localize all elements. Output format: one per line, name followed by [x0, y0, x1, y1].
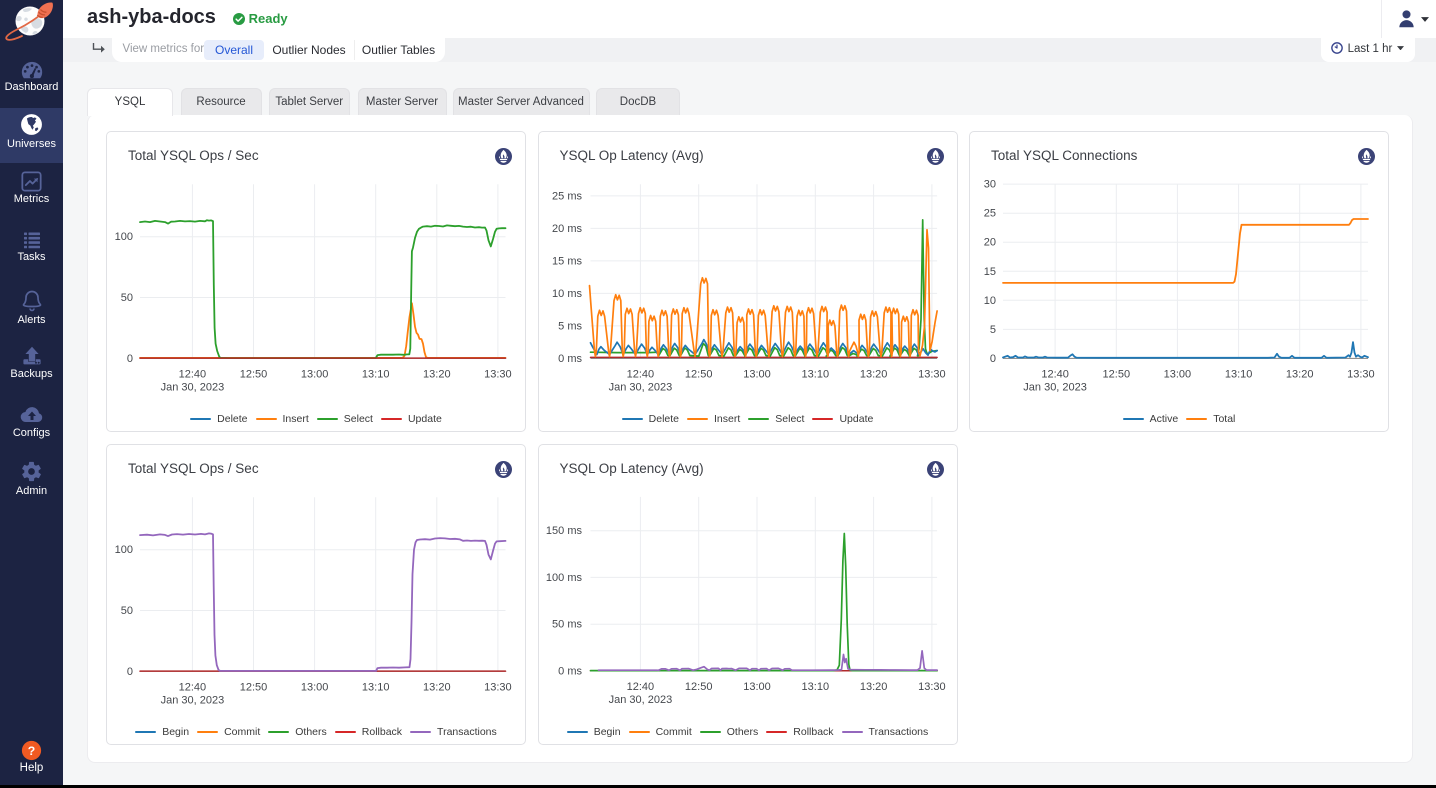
svg-text:12:40: 12:40 — [626, 681, 654, 693]
svg-text:12:50: 12:50 — [684, 368, 712, 380]
svg-text:Jan 30, 2023: Jan 30, 2023 — [161, 694, 225, 706]
svg-text:13:20: 13:20 — [859, 368, 887, 380]
svg-text:13:00: 13:00 — [743, 368, 771, 380]
svg-text:12:50: 12:50 — [1103, 368, 1131, 380]
svg-text:13:30: 13:30 — [918, 368, 946, 380]
svg-text:50: 50 — [121, 605, 133, 617]
svg-text:13:20: 13:20 — [1286, 368, 1314, 380]
svg-text:12:40: 12:40 — [1041, 368, 1069, 380]
svg-text:13:10: 13:10 — [362, 368, 390, 380]
svg-text:0: 0 — [127, 353, 133, 365]
svg-text:Jan 30, 2023: Jan 30, 2023 — [608, 694, 672, 706]
svg-text:5: 5 — [990, 324, 996, 336]
svg-text:150 ms: 150 ms — [545, 525, 582, 537]
svg-text:13:30: 13:30 — [484, 681, 512, 693]
svg-text:13:10: 13:10 — [801, 681, 829, 693]
svg-text:13:20: 13:20 — [423, 681, 451, 693]
svg-text:13:30: 13:30 — [1347, 368, 1375, 380]
svg-text:100: 100 — [115, 231, 133, 243]
svg-text:10: 10 — [984, 295, 996, 307]
svg-text:13:10: 13:10 — [1225, 368, 1253, 380]
svg-text:100: 100 — [115, 544, 133, 556]
svg-text:13:00: 13:00 — [1164, 368, 1192, 380]
svg-text:12:40: 12:40 — [179, 681, 207, 693]
svg-text:13:20: 13:20 — [859, 681, 887, 693]
svg-text:30: 30 — [984, 179, 996, 191]
svg-text:20: 20 — [984, 237, 996, 249]
svg-text:12:50: 12:50 — [684, 681, 712, 693]
svg-text:0 ms: 0 ms — [558, 353, 582, 365]
svg-text:100 ms: 100 ms — [545, 572, 582, 584]
svg-text:13:10: 13:10 — [801, 368, 829, 380]
svg-text:13:00: 13:00 — [301, 681, 329, 693]
svg-text:10 ms: 10 ms — [552, 288, 582, 300]
svg-text:0: 0 — [127, 666, 133, 678]
svg-text:13:00: 13:00 — [301, 368, 329, 380]
svg-text:12:50: 12:50 — [240, 368, 268, 380]
svg-text:0: 0 — [990, 353, 996, 365]
svg-text:0 ms: 0 ms — [558, 665, 582, 677]
svg-text:50: 50 — [121, 292, 133, 304]
svg-text:15 ms: 15 ms — [552, 255, 582, 267]
svg-text:Jan 30, 2023: Jan 30, 2023 — [161, 381, 225, 393]
svg-text:50 ms: 50 ms — [552, 619, 582, 631]
svg-text:Jan 30, 2023: Jan 30, 2023 — [608, 381, 672, 393]
svg-text:20 ms: 20 ms — [552, 223, 582, 235]
svg-text:13:30: 13:30 — [484, 368, 512, 380]
svg-text:Jan 30, 2023: Jan 30, 2023 — [1023, 381, 1087, 393]
svg-text:12:40: 12:40 — [179, 368, 207, 380]
svg-text:25 ms: 25 ms — [552, 190, 582, 202]
svg-text:15: 15 — [984, 266, 996, 278]
svg-text:13:10: 13:10 — [362, 681, 390, 693]
svg-text:12:50: 12:50 — [240, 681, 268, 693]
svg-text:13:00: 13:00 — [743, 681, 771, 693]
svg-text:25: 25 — [984, 208, 996, 220]
svg-text:13:30: 13:30 — [918, 681, 946, 693]
svg-text:13:20: 13:20 — [423, 368, 451, 380]
svg-text:?: ? — [28, 744, 35, 758]
svg-text:12:40: 12:40 — [626, 368, 654, 380]
svg-text:5 ms: 5 ms — [558, 320, 582, 332]
